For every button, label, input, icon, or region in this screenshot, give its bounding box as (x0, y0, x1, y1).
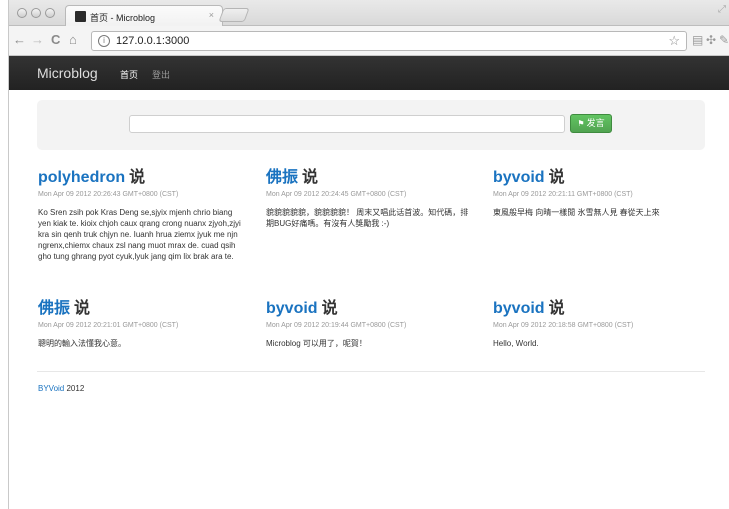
post-username-link[interactable]: byvoid (493, 300, 545, 317)
post-verb: 说 (548, 300, 565, 317)
browser-tab[interactable]: 首页 - Microblog × (65, 5, 223, 27)
tab-strip: 首页 - Microblog × ⤢ (9, 0, 729, 27)
post-timestamp: Mon Apr 09 2012 20:24:45 GMT+0800 (CST) (266, 191, 407, 198)
tab-close-icon[interactable]: × (209, 10, 214, 20)
zoom-window-button[interactable] (45, 8, 55, 18)
post-timestamp: Mon Apr 09 2012 20:18:58 GMT+0800 (CST) (493, 322, 634, 329)
post-submit-label: 发言 (586, 118, 605, 128)
forward-button[interactable]: → (31, 33, 44, 47)
post-card: 佛振说 Mon Apr 09 2012 20:21:01 GMT+0800 (C… (38, 294, 243, 349)
address-bar[interactable]: i 127.0.0.1:3000 ☆ (91, 31, 687, 51)
post-username-link[interactable]: byvoid (493, 169, 545, 186)
post-composer: ⚑ 发言 (37, 100, 705, 150)
post-card: byvoid 说 Mon Apr 09 2012 20:18:58 GMT+080… (493, 294, 698, 349)
nav-logout-link[interactable]: 登出 (152, 68, 170, 81)
post-username-link[interactable]: polyhedron (38, 169, 125, 186)
minimize-window-button[interactable] (31, 8, 41, 18)
post-text: 東風般早梅 向晴一樣閒 氷雪無人見 春從天上來 (493, 208, 660, 217)
post-input[interactable] (129, 115, 565, 133)
page-info-icon[interactable]: i (98, 35, 110, 47)
post-card: 佛振说 Mon Apr 09 2012 20:24:45 GMT+0800 (C… (266, 163, 471, 229)
browser-toolbar: ← → C ⌂ i 127.0.0.1:3000 ☆ ▤ ✣ ✎ (9, 26, 729, 56)
post-timestamp: Mon Apr 09 2012 20:21:11 GMT+0800 (CST) (493, 191, 633, 198)
post-timestamp: Mon Apr 09 2012 20:21:01 GMT+0800 (CST) (38, 322, 179, 329)
post-text: Ko Sren zsih pok Kras Deng se,sjyix mjen… (38, 208, 241, 261)
post-text: 聰明的輸入法懂我心意。 (38, 339, 126, 348)
post-text: 貌貌貌貌貌，貌貌貌貌！ 周末又唱此话首波。知代碼，排期BUG好痛嗎。有沒有人獎勵… (266, 208, 469, 228)
brand-link[interactable]: Microblog (37, 65, 98, 81)
post-verb: 说 (321, 300, 338, 317)
site-navbar: Microblog 首页 登出 (9, 56, 729, 90)
post-verb: 说 (74, 300, 91, 317)
footer-year: 2012 (66, 384, 85, 393)
post-text: Hello, World. (493, 339, 539, 348)
back-button[interactable]: ← (13, 33, 26, 47)
favicon-icon (75, 11, 86, 22)
post-verb: 说 (548, 169, 565, 186)
post-username-link[interactable]: 佛振 (266, 169, 298, 186)
post-timestamp: Mon Apr 09 2012 20:19:44 GMT+0800 (CST) (266, 322, 407, 329)
tab-title: 首页 - Microblog (90, 13, 156, 23)
page-icon[interactable]: ▤ (692, 33, 703, 47)
bookmark-star-icon[interactable]: ☆ (668, 33, 680, 49)
post-verb: 说 (302, 169, 319, 186)
puzzle-icon[interactable]: ✣ (706, 33, 716, 47)
url-text[interactable]: 127.0.0.1:3000 (116, 35, 189, 47)
wrench-icon[interactable]: ✎ (719, 33, 729, 47)
footer: BYVoid 2012 (38, 384, 84, 393)
browser-window: 首页 - Microblog × ⤢ ← → C ⌂ i 127.0.0.1:3… (8, 0, 729, 509)
post-username-link[interactable]: 佛振 (38, 300, 70, 317)
footer-author-link[interactable]: BYVoid (38, 384, 64, 393)
flag-icon: ⚑ (577, 119, 585, 128)
nav-home-link[interactable]: 首页 (120, 68, 138, 81)
post-card: byvoid 说 Mon Apr 09 2012 20:21:11 GMT+080… (493, 163, 698, 218)
post-verb: 说 (129, 169, 146, 186)
home-button[interactable]: ⌂ (69, 33, 77, 47)
post-text: Microblog 可以用了，呢賀！ (266, 339, 367, 348)
fullscreen-icon[interactable]: ⤢ (718, 4, 726, 15)
post-card: polyhedron 说 Mon Apr 09 2012 20:26:43 GMT… (38, 163, 243, 262)
new-tab-button[interactable] (218, 8, 250, 22)
post-timestamp: Mon Apr 09 2012 20:26:43 GMT+0800 (CST) (38, 191, 179, 198)
close-window-button[interactable] (17, 8, 27, 18)
reload-button[interactable]: C (51, 33, 60, 47)
post-card: byvoid 说 Mon Apr 09 2012 20:19:44 GMT+080… (266, 294, 471, 349)
footer-divider (37, 371, 705, 372)
post-username-link[interactable]: byvoid (266, 300, 318, 317)
post-submit-button[interactable]: ⚑ 发言 (570, 114, 612, 133)
